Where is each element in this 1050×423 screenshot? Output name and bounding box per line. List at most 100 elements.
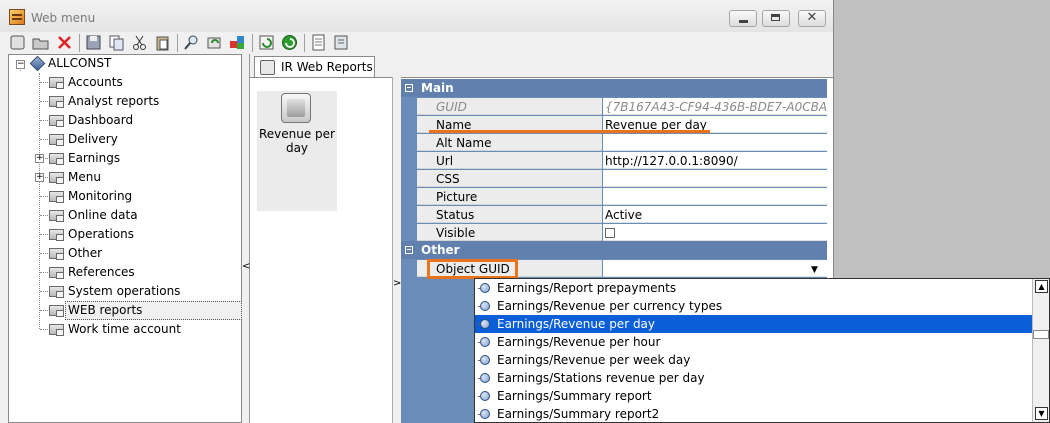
- list-item-label: Earnings/Summary report2: [497, 407, 660, 421]
- list-item[interactable]: Earnings/Summary report2: [475, 405, 1033, 422]
- tab-icon: [260, 60, 275, 75]
- sidebar-item-operations[interactable]: Operations: [9, 225, 241, 243]
- list-item[interactable]: Earnings/Revenue per week day: [475, 351, 1033, 369]
- sidebar-item-web-reports[interactable]: WEB reports: [9, 301, 242, 320]
- copy-icon[interactable]: [108, 34, 125, 51]
- save-icon[interactable]: [85, 34, 102, 51]
- new-icon[interactable]: [9, 34, 26, 51]
- title-bar[interactable]: Web menu ✕: [0, 0, 833, 32]
- tree-line: [40, 139, 48, 140]
- find-icon[interactable]: [183, 34, 200, 51]
- property-name: Picture: [417, 188, 602, 205]
- sidebar-item-system-operations[interactable]: System operations: [9, 282, 241, 300]
- property-row-status[interactable]: Status Active: [417, 206, 827, 224]
- reload-icon[interactable]: [258, 34, 275, 51]
- property-value[interactable]: http://127.0.0.1:8090/: [603, 152, 827, 169]
- dropdown-scrollbar[interactable]: ▲ ▼: [1032, 279, 1049, 422]
- folder-icon: [48, 245, 66, 261]
- list-item[interactable]: Earnings/Revenue per hour: [475, 333, 1033, 351]
- report-node-icon: [478, 319, 490, 329]
- property-row-url[interactable]: Url http://127.0.0.1:8090/: [417, 152, 827, 170]
- tree-root-label[interactable]: ALLCONST: [48, 56, 111, 70]
- property-value[interactable]: [603, 170, 827, 187]
- scroll-down-icon[interactable]: ▼: [1035, 407, 1048, 420]
- scroll-thumb[interactable]: [1033, 330, 1049, 339]
- visible-checkbox[interactable]: [605, 228, 615, 238]
- maximize-button[interactable]: [762, 10, 790, 27]
- collapse-icon[interactable]: −: [16, 59, 25, 69]
- sidebar-item-work-time-account[interactable]: Work time account: [9, 320, 241, 338]
- sidebar-item-accounts[interactable]: Accounts: [9, 73, 241, 91]
- sidebar-item-analyst-reports[interactable]: Analyst reports: [9, 92, 241, 110]
- tree-view[interactable]: − ALLCONST Accounts Analyst reports Dashbo…: [8, 54, 242, 423]
- sidebar-item-other[interactable]: Other: [9, 244, 241, 262]
- open-icon[interactable]: [32, 34, 49, 51]
- paste-icon[interactable]: [154, 34, 171, 51]
- folder-icon: [48, 283, 66, 299]
- list-item[interactable]: Earnings/Revenue per currency types: [475, 297, 1033, 315]
- list-item[interactable]: Earnings/Summary report: [475, 387, 1033, 405]
- scroll-up-icon[interactable]: ▲: [1035, 280, 1048, 293]
- tree-line: [40, 291, 48, 292]
- property-value[interactable]: [603, 224, 827, 241]
- import-icon[interactable]: [333, 34, 350, 51]
- sidebar-item-earnings[interactable]: + Earnings: [9, 149, 241, 167]
- sidebar-item-references[interactable]: References: [9, 263, 241, 281]
- tab-label: IR Web Reports: [281, 60, 373, 74]
- tree-line: [40, 196, 48, 197]
- close-button[interactable]: ✕: [798, 10, 826, 27]
- folder-icon: [48, 74, 66, 90]
- property-row-guid[interactable]: GUID {7B167A43-CF94-436B-BDE7-A0CBA6: [417, 98, 827, 116]
- tab-ir-web-reports[interactable]: IR Web Reports: [254, 56, 375, 78]
- object-guid-dropdown-list[interactable]: Earnings/Report prepayments Earnings/Reve…: [474, 278, 1050, 423]
- property-value[interactable]: {7B167A43-CF94-436B-BDE7-A0CBA6: [603, 98, 827, 115]
- folder-icon: [48, 150, 66, 166]
- tree-splitter[interactable]: <: [242, 54, 250, 423]
- category-collapse-icon[interactable]: [405, 246, 413, 254]
- report-item[interactable]: Revenue per day: [257, 91, 337, 211]
- property-value[interactable]: [603, 134, 827, 151]
- refresh-icon[interactable]: [206, 34, 223, 51]
- expand-icon[interactable]: +: [35, 153, 44, 163]
- expand-icon[interactable]: +: [35, 172, 44, 182]
- property-row-visible[interactable]: Visible: [417, 224, 827, 242]
- sidebar-item-dashboard[interactable]: Dashboard: [9, 111, 241, 129]
- sidebar-item-monitoring[interactable]: Monitoring: [9, 187, 241, 205]
- category-main[interactable]: Main: [401, 79, 827, 97]
- sidebar-item-menu[interactable]: + Menu: [9, 168, 241, 186]
- tree-line: [40, 234, 48, 235]
- folder-icon: [48, 131, 66, 147]
- property-value[interactable]: [603, 188, 827, 205]
- report-node-icon: [478, 409, 490, 419]
- sidebar-item-delivery[interactable]: Delivery: [9, 130, 241, 148]
- minimize-button[interactable]: [729, 10, 757, 27]
- group-icon[interactable]: [229, 34, 246, 51]
- category-collapse-icon[interactable]: [405, 84, 413, 92]
- list-item-label: Earnings/Report prepayments: [497, 281, 677, 295]
- property-row-alt-name[interactable]: Alt Name: [417, 134, 827, 152]
- report-node-icon: [478, 355, 490, 365]
- property-row-css[interactable]: CSS: [417, 170, 827, 188]
- toolbar: [0, 32, 833, 54]
- list-item[interactable]: Earnings/Report prepayments: [475, 279, 1033, 297]
- dropdown-arrow-icon[interactable]: ▼: [811, 265, 818, 275]
- category-other[interactable]: Other: [401, 241, 827, 259]
- folder-icon: [48, 321, 66, 337]
- go-icon[interactable]: [281, 34, 298, 51]
- list-item[interactable]: Earnings/Revenue per day: [475, 315, 1033, 333]
- sidebar-item-online-data[interactable]: Online data: [9, 206, 241, 224]
- tree-line: [40, 120, 48, 121]
- delete-icon[interactable]: [56, 34, 73, 51]
- folder-icon: [48, 207, 66, 223]
- content-splitter[interactable]: >: [392, 77, 401, 423]
- cut-icon[interactable]: [131, 34, 148, 51]
- tree-line: [40, 253, 48, 254]
- property-row-picture[interactable]: Picture: [417, 188, 827, 206]
- sidebar-item-label: Other: [68, 246, 103, 260]
- properties-icon[interactable]: [310, 34, 327, 51]
- folder-icon: [48, 264, 66, 280]
- object-guid-select[interactable]: [603, 260, 827, 277]
- list-item-label: Earnings/Revenue per week day: [497, 353, 691, 367]
- list-item[interactable]: Earnings/Stations revenue per day: [475, 369, 1033, 387]
- property-value[interactable]: Active: [603, 206, 827, 223]
